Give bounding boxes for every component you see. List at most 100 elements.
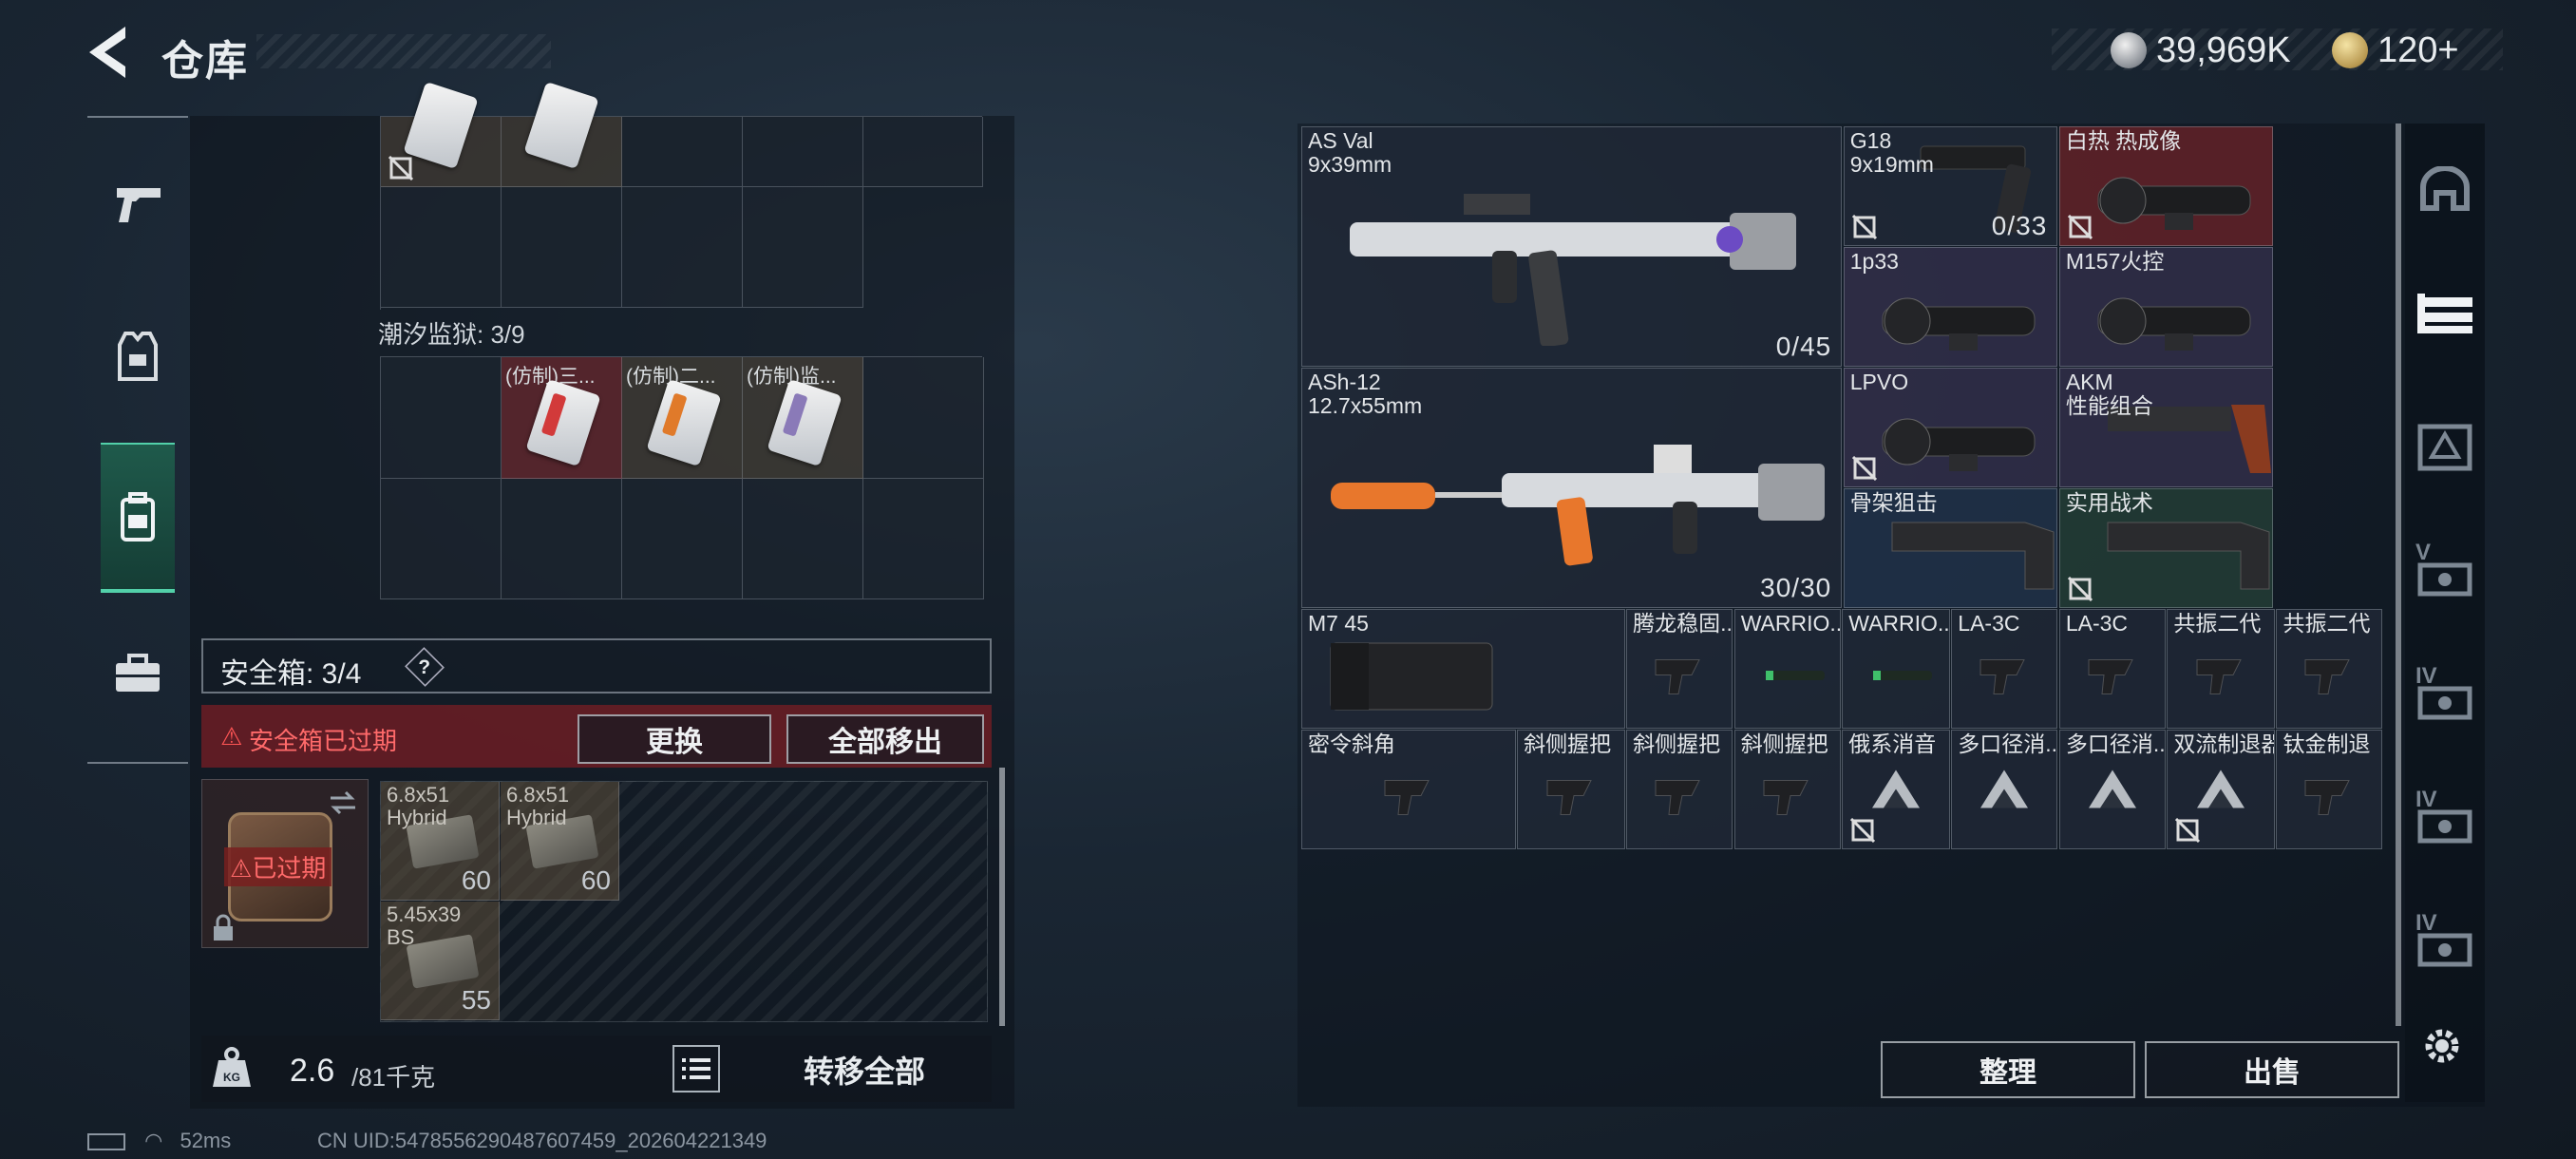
grid-cell[interactable] [502,479,622,599]
tab-toolbox[interactable] [87,602,188,745]
transfer-all-button[interactable]: 转移全部 [733,1043,995,1096]
stash-item[interactable]: ASh-12 12.7x55mm 30/30 [1301,368,1843,608]
sell-button[interactable]: 出售 [2145,1041,2399,1098]
item-name: 多口径消... [2065,732,2166,756]
stash-item[interactable]: AS Val 9x39mm 0/45 [1301,126,1843,367]
rail-tab[interactable]: IV [2408,902,2482,998]
list-view-button[interactable] [672,1045,720,1092]
rail-tab[interactable] [2408,142,2482,238]
ammo-slot[interactable]: 5.45x39 BS 55 [381,902,500,1020]
settings-gear-icon[interactable] [2417,1021,2467,1071]
stash-item[interactable]: M7 45 [1301,609,1625,729]
attachment-icon [2296,647,2362,705]
stash-item[interactable]: 密令斜角 [1301,730,1516,849]
stash-item[interactable]: 实用战术 [2058,488,2274,608]
stash-item[interactable]: 白热 热成像 [2058,126,2274,246]
tab-weapons[interactable] [87,133,188,276]
stash-item[interactable]: 1p33 [1843,247,2058,367]
stash-item[interactable]: LA-3C [2058,609,2166,729]
rail-tab[interactable] [2408,399,2482,494]
rail-tab[interactable]: IV [2408,656,2482,750]
stash-item[interactable]: 钛金制退 [2276,730,2383,849]
grid-cell[interactable] [743,479,863,599]
stock-icon [2098,504,2273,603]
move-all-out-button[interactable]: 全部移出 [786,714,984,764]
no-display-icon [1850,817,1876,844]
tab-backpack[interactable] [101,443,175,593]
rail-tab[interactable]: V [2408,532,2482,627]
stash-item[interactable]: 骨架狙击 [1843,488,2058,608]
title-decoration [256,34,551,68]
stash-item[interactable]: WARRIO... [1733,609,1841,729]
stash-item[interactable]: LA-3C [1951,609,2058,729]
attachment-icon [1646,768,1713,826]
grid-cell[interactable] [863,479,984,599]
keycard-slot[interactable]: (仿制)监... [743,357,863,479]
item-name: LA-3C [2065,611,2129,636]
stash-item[interactable]: 双流制退器 [2167,730,2275,849]
tab-armor[interactable] [87,285,188,428]
rail-tab[interactable]: IV [2408,779,2482,874]
grid-cell[interactable] [622,187,743,308]
grid-cell[interactable] [863,357,984,479]
scope-icon [1873,286,2044,366]
item-name: G18 9x19mm [1849,128,1934,177]
page-title: 仓库 [161,38,249,85]
item-name: 多口径消... [1958,732,2058,756]
sort-button[interactable]: 整理 [1881,1041,2135,1098]
stash-item[interactable]: AKM 性能组合 [2058,368,2274,487]
item-name: 1p33 [1849,249,1899,274]
stash-item[interactable]: 多口径消... [1951,730,2058,849]
grid-cell[interactable] [381,479,502,599]
grid-cell[interactable] [622,479,743,599]
grid-cell[interactable] [743,117,863,187]
grid-cell[interactable] [622,117,743,187]
keycard-slot[interactable]: (仿制)二... [622,357,743,479]
item-name: 共振二代 [2173,611,2262,636]
grid-cell[interactable] [502,187,622,308]
stash-item[interactable]: 共振二代 [2276,609,2383,729]
ammo-slot[interactable]: 6.8x51 Hybrid 60 [381,782,500,901]
stash-item[interactable]: M157火控 [2058,247,2274,367]
keycard-slot[interactable]: (仿制)三... [502,357,622,479]
swap-arrows-icon[interactable] [327,787,359,819]
item-name: M157火控 [2065,249,2165,274]
stash-item[interactable]: 腾龙稳固... [1626,609,1733,729]
ammo-slot[interactable]: 6.8x51 Hybrid 60 [501,782,619,901]
backpack-scrollbar[interactable] [999,768,1005,1026]
grid-cell[interactable] [381,357,502,479]
attachment-icon [1538,768,1604,826]
stash-item[interactable]: 共振二代 [2167,609,2275,729]
user-uid: CN UID:5478556290487607459_202604221349 [317,1129,767,1152]
item-name: 双流制退器 [2173,732,2275,756]
grid-cell[interactable] [381,81,502,187]
crate-icon [2417,424,2472,471]
grid-cell[interactable] [502,81,622,187]
silver-amount: 39,969K [2156,30,2291,70]
swap-button[interactable]: 更换 [578,714,771,764]
stash-grid: AS Val 9x39mm 0/45 G18 9x19mm 0/33 白热 热成像 1p3… [1301,126,2384,852]
attachment-icon [1971,647,2037,705]
stash-item[interactable]: 斜侧握把 [1517,730,1625,849]
pistol-icon [117,188,161,222]
stash-item[interactable]: WARRIO... [1842,609,1950,729]
attachment-icon [1375,768,1442,826]
grid-cell[interactable] [863,117,983,187]
weight-max: /81千克 [351,1063,436,1092]
grid-cell[interactable] [743,187,863,308]
grid-cell[interactable] [381,187,502,308]
stash-item[interactable]: 斜侧握把 [1626,730,1733,849]
stash-item[interactable]: 俄系消音 [1842,730,1950,849]
stash-scrollbar[interactable] [2396,124,2401,1026]
back-button[interactable] [85,25,142,80]
no-display-icon [1851,455,1877,482]
stash-item[interactable]: 多口径消... [2058,730,2166,849]
stash-item[interactable]: G18 9x19mm 0/33 [1843,126,2058,246]
stash-item[interactable]: LPVO [1843,368,2058,487]
rail-tab[interactable] [2408,266,2482,361]
tier-label: IV [2415,910,2437,936]
gold-amount[interactable]: 120+ [2377,30,2459,71]
stash-item[interactable]: 斜侧握把 [1733,730,1841,849]
unknown-item-icon [1870,769,1922,815]
item-name: LPVO [1849,370,1909,394]
